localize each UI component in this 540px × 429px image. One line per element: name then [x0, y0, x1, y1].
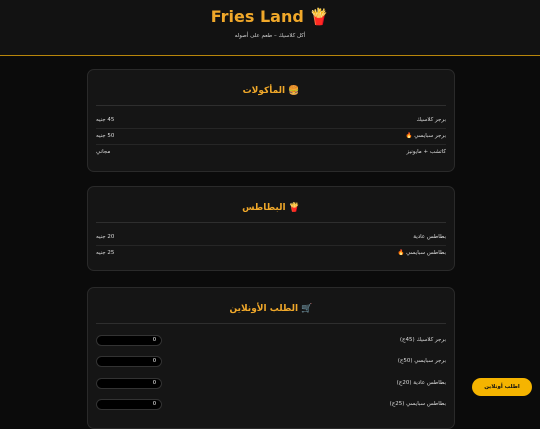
order-item: برجر سبايسي (50ج) 0	[96, 354, 446, 368]
menu-item: برجر سبايسي 🔥 50 جنيه	[96, 128, 446, 145]
menu-item-name: برجر كلاسيك	[416, 117, 446, 123]
divider	[96, 222, 446, 223]
order-card: 🛒 الطلب الأونلاين برجر كلاسيك (45ج) 0 بر…	[87, 287, 455, 429]
order-item: برجر كلاسيك (45ج) 0	[96, 333, 446, 347]
order-item-label: برجر كلاسيك (45ج)	[399, 337, 446, 343]
menu-item-name: برجر سبايسي 🔥	[405, 133, 446, 139]
menu-item-price: 45 جنيه	[96, 117, 115, 123]
menu-item-name: بطاطس سبايسي 🔥	[397, 250, 446, 256]
fries-card-title: 🍟 البطاطس	[242, 203, 300, 213]
site-title: Fries Land 🍟	[210, 7, 330, 26]
order-item-label: بطاطس سبايسي (25ج)	[389, 401, 446, 407]
order-item-label: بطاطس عادية (20ج)	[396, 380, 446, 386]
menu-item: بطاطس عادية 20 جنيه	[96, 229, 446, 246]
menu-item-price: 25 جنيه	[96, 250, 115, 256]
menu-item: برجر كلاسيك 45 جنيه	[96, 112, 446, 129]
menu-item-price: 20 جنيه	[96, 234, 115, 240]
menu-item-price: مجاني	[96, 149, 111, 155]
order-item: بطاطس سبايسي (25ج) 0	[96, 397, 446, 411]
menu-item: كاتشب + مايونيز مجاني	[96, 144, 446, 160]
quantity-input[interactable]: 0	[96, 398, 162, 410]
menu-card: 🍔 المأكولات برجر كلاسيك 45 جنيه برجر سبا…	[87, 69, 455, 172]
menu-item-name: كاتشب + مايونيز	[406, 149, 446, 155]
site-header: Fries Land 🍟 أكل كلاسيك – طعم على أصوله	[0, 0, 540, 56]
divider	[96, 105, 446, 106]
quantity-input[interactable]: 0	[96, 377, 162, 389]
menu-card-title: 🍔 المأكولات	[242, 86, 300, 96]
fries-card: 🍟 البطاطس بطاطس عادية 20 جنيه بطاطس سباي…	[87, 186, 455, 271]
quantity-input[interactable]: 0	[96, 334, 162, 346]
order-card-title: 🛒 الطلب الأونلاين	[229, 304, 313, 314]
menu-item: بطاطس سبايسي 🔥 25 جنيه	[96, 245, 446, 261]
site-subtitle: أكل كلاسيك – طعم على أصوله	[234, 33, 306, 39]
divider	[96, 323, 446, 324]
menu-item-price: 50 جنيه	[96, 133, 115, 139]
order-online-button[interactable]: اطلب أونلاين	[472, 378, 532, 396]
order-item: بطاطس عادية (20ج) 0	[96, 376, 446, 390]
order-item-label: برجر سبايسي (50ج)	[397, 358, 446, 364]
quantity-input[interactable]: 0	[96, 355, 162, 367]
menu-item-name: بطاطس عادية	[413, 234, 446, 240]
